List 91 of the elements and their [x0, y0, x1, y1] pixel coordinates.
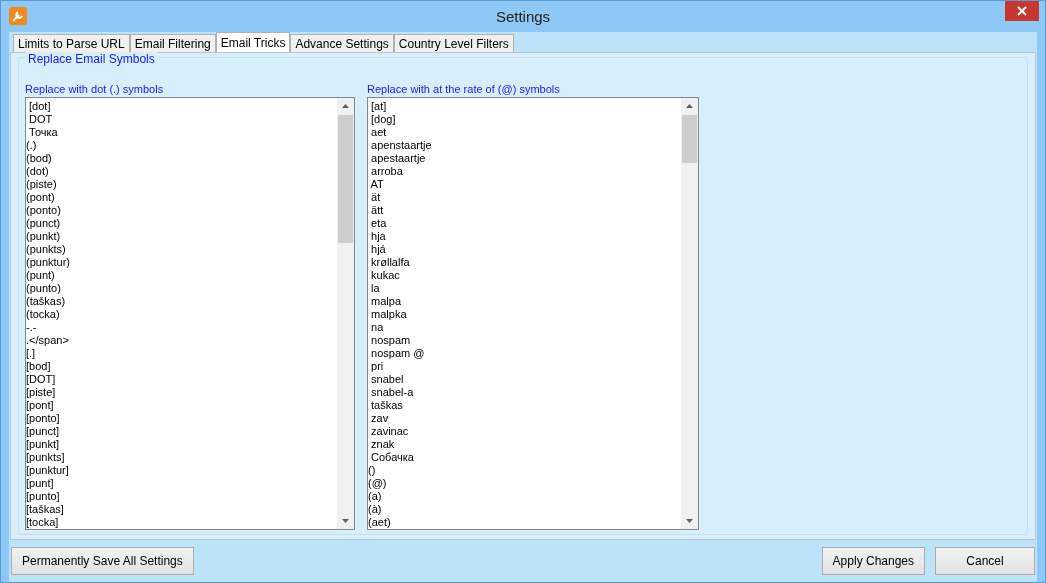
list-item[interactable]: snabel [368, 373, 681, 386]
list-item[interactable]: na [368, 321, 681, 334]
list-item[interactable]: (pont) [26, 191, 337, 204]
list-item[interactable]: (a) [368, 490, 681, 503]
list-item[interactable]: (punkts) [26, 243, 337, 256]
list-item[interactable]: AT [368, 178, 681, 191]
list-item[interactable]: taškas [368, 399, 681, 412]
list-item[interactable]: apestaartje [368, 152, 681, 165]
list-item[interactable]: [punt] [26, 477, 337, 490]
list-item[interactable]: ät [368, 191, 681, 204]
list-item[interactable]: [piste] [26, 386, 337, 399]
scroll-down-icon[interactable] [341, 516, 350, 525]
list-item[interactable]: (à) [368, 503, 681, 516]
list-item[interactable]: [dog] [368, 113, 681, 126]
footer-button[interactable]: Cancel [935, 547, 1035, 575]
list-label: Replace with dot (.) symbols [25, 82, 165, 96]
list-item[interactable]: [DOT] [26, 373, 337, 386]
list-item[interactable]: (piste) [26, 178, 337, 191]
list-item[interactable]: DOT [26, 113, 337, 126]
list-item[interactable]: kukac [368, 269, 681, 282]
list-item[interactable]: [bod] [26, 360, 337, 373]
list-item[interactable]: Точка [26, 126, 337, 139]
list-item[interactable]: la [368, 282, 681, 295]
close-icon [1017, 6, 1027, 16]
list-item[interactable]: [tocka] [26, 516, 337, 529]
scroll-thumb[interactable] [682, 115, 697, 163]
list-item[interactable]: zavinac [368, 425, 681, 438]
list-item[interactable]: (punct) [26, 217, 337, 230]
list-item[interactable]: (tocka) [26, 308, 337, 321]
list-item[interactable]: .</span> [26, 334, 337, 347]
list-item[interactable]: () [368, 464, 681, 477]
list-item[interactable]: (aet) [368, 516, 681, 529]
list-item[interactable]: eta [368, 217, 681, 230]
list-item[interactable]: [.] [26, 347, 337, 360]
list-item[interactable]: arroba [368, 165, 681, 178]
list-item[interactable]: zav [368, 412, 681, 425]
list-item[interactable]: Собачка [368, 451, 681, 464]
list-item[interactable]: (dot) [26, 165, 337, 178]
scroll-down-icon[interactable] [685, 516, 694, 525]
list-item[interactable]: apenstaartje [368, 139, 681, 152]
list-item[interactable]: [taškas] [26, 503, 337, 516]
list-item[interactable]: nospam [368, 334, 681, 347]
group-title: Replace Email Symbols [25, 52, 158, 66]
save-settings-button[interactable]: Permanently Save All Settings [11, 547, 194, 575]
list-item[interactable]: [dot] [26, 100, 337, 113]
list-item[interactable]: malpka [368, 308, 681, 321]
scrollbar[interactable] [681, 98, 698, 529]
tab[interactable]: Country Level Filters [393, 34, 514, 52]
list-item[interactable]: (taškas) [26, 295, 337, 308]
list-item[interactable]: [punktur] [26, 464, 337, 477]
list-item[interactable]: [pont] [26, 399, 337, 412]
tab[interactable]: Advance Settings [290, 34, 394, 52]
list-item[interactable]: krøllalfa [368, 256, 681, 269]
list-item[interactable]: nospam @ [368, 347, 681, 360]
list-item[interactable]: malpa [368, 295, 681, 308]
list-item[interactable]: hjá [368, 243, 681, 256]
list-item[interactable]: (punktur) [26, 256, 337, 269]
list-item[interactable]: -.- [26, 321, 337, 334]
list-item[interactable]: (bod) [26, 152, 337, 165]
close-button[interactable] [1005, 1, 1039, 21]
list-item[interactable]: [punto] [26, 490, 337, 503]
footer-button[interactable]: Apply Changes [821, 547, 925, 575]
list-item[interactable]: ätt [368, 204, 681, 217]
list-item[interactable]: [punkts] [26, 451, 337, 464]
list-label: Replace with at the rate of (@) symbols [367, 82, 561, 96]
list-item[interactable]: pri [368, 360, 681, 373]
list-item[interactable]: [ponto] [26, 412, 337, 425]
list-box[interactable] [25, 97, 355, 530]
window-title: Settings [495, 8, 551, 25]
tab[interactable]: Email Tricks [215, 32, 291, 52]
list-item[interactable]: [punkt] [26, 438, 337, 451]
list-item[interactable]: (punt) [26, 269, 337, 282]
tab[interactable]: Email Filtering [129, 34, 216, 52]
scrollbar[interactable] [337, 98, 354, 529]
tab[interactable]: Limits to Parse URL [13, 34, 130, 52]
list-item[interactable]: (.) [26, 139, 337, 152]
list-item[interactable]: hja [368, 230, 681, 243]
scroll-up-icon[interactable] [685, 102, 694, 111]
list-item[interactable]: [punct] [26, 425, 337, 438]
list-item[interactable]: (ponto) [26, 204, 337, 217]
list-item[interactable]: (punkt) [26, 230, 337, 243]
list-item[interactable]: aet [368, 126, 681, 139]
list-item[interactable]: [at] [368, 100, 681, 113]
list-item[interactable]: (punto) [26, 282, 337, 295]
list-item[interactable]: (@) [368, 477, 681, 490]
scroll-up-icon[interactable] [341, 102, 350, 111]
list-item[interactable]: znak [368, 438, 681, 451]
list-item[interactable]: snabel-a [368, 386, 681, 399]
wrench-icon [9, 7, 27, 25]
list-box[interactable]: [at] [dog] aet apenstaartje apestaartje arroba AT ät ätt eta hja hjá krøllalfa kukac la malpa malpka na nospam nospam @ pri snabel snabel-a taškas zav zavinac znak Собачка () (@) (a) (à) (aet) [367, 97, 699, 530]
scroll-thumb[interactable] [338, 115, 353, 243]
